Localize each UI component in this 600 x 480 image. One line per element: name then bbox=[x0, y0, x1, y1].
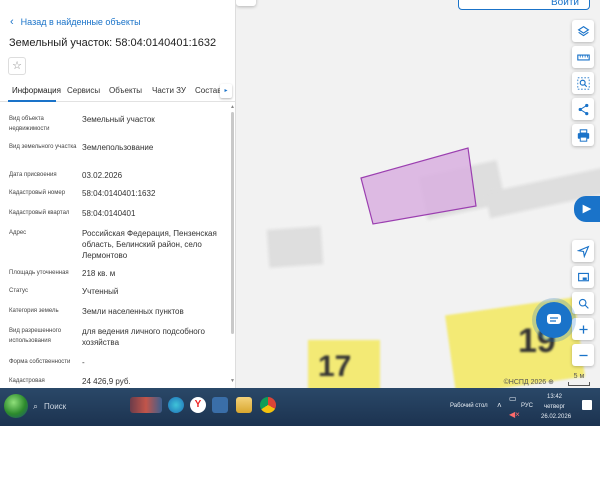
attribute-label: Кадастровый квартал bbox=[9, 210, 70, 216]
tab-objects[interactable]: Объекты bbox=[109, 86, 142, 95]
attribute-label: Вид разрешенного использования bbox=[9, 328, 62, 344]
network-icon[interactable]: ▭ bbox=[509, 394, 517, 403]
print-button[interactable] bbox=[572, 124, 594, 146]
tab-composition[interactable]: Состав bbox=[195, 86, 222, 95]
desktop-label[interactable]: Рабочий стол bbox=[450, 403, 488, 409]
search-placeholder: Поиск bbox=[44, 402, 67, 411]
volume-icon[interactable]: ◀× bbox=[509, 410, 520, 419]
screen-icon bbox=[577, 272, 589, 281]
taskbar: ⌕ Поиск Y Рабочий стол ˄ ▭ ◀× РУС 13:42 … bbox=[0, 388, 600, 426]
attribute-label: Кадастровый номер bbox=[9, 190, 66, 196]
chat-icon bbox=[547, 314, 561, 324]
attribute-value: 24 426,9 руб. bbox=[82, 377, 131, 386]
attribute-value: 218 кв. м bbox=[82, 269, 116, 278]
favorite-button[interactable]: ☆ bbox=[8, 57, 26, 75]
chat-button[interactable] bbox=[536, 302, 572, 338]
zoom-out-icon bbox=[578, 354, 588, 356]
scale-ruler: 5 м bbox=[568, 373, 590, 386]
language-indicator[interactable]: РУС bbox=[521, 403, 533, 409]
search-area-button[interactable] bbox=[572, 72, 594, 94]
chevron-right-icon: ▸ bbox=[224, 88, 228, 94]
map-copyright: ©НСПД 2026 ⊕ bbox=[503, 379, 554, 386]
attribute-value: Российская Федерация, Пензенская область… bbox=[82, 229, 217, 260]
share-button[interactable] bbox=[572, 98, 594, 120]
info-panel: ‹ Назад в найденные объекты Земельный уч… bbox=[0, 0, 236, 388]
zoom-in-icon bbox=[578, 324, 588, 334]
back-label: Назад в найденные объекты bbox=[20, 17, 141, 27]
attribute-label: Дата присвоения bbox=[9, 172, 57, 178]
star-icon: ☆ bbox=[12, 60, 22, 72]
back-link[interactable]: ‹ Назад в найденные объекты bbox=[10, 16, 141, 28]
expand-icon bbox=[582, 204, 592, 214]
attribute-label: Кадастровая bbox=[9, 378, 45, 384]
scale-label: 5 м bbox=[573, 373, 585, 380]
app-window-icon[interactable] bbox=[212, 397, 228, 413]
yandex-browser-icon[interactable]: Y bbox=[190, 397, 206, 413]
attribute-value: Земли населенных пунктов bbox=[82, 307, 184, 316]
chevron-left-icon: ‹ bbox=[10, 16, 14, 28]
attribute-label: Форма собственности bbox=[9, 359, 71, 365]
edge-browser-icon[interactable] bbox=[168, 397, 184, 413]
zoom-in-button[interactable] bbox=[572, 318, 594, 340]
tab-info[interactable]: Информация bbox=[12, 86, 61, 95]
panel-scrollbar[interactable]: ▲ ▼ bbox=[230, 104, 235, 388]
attribute-label: Адрес bbox=[9, 230, 27, 236]
attribute-label: Статус bbox=[9, 288, 28, 294]
ruler-button[interactable] bbox=[572, 46, 594, 68]
tab-services[interactable]: Сервисы bbox=[67, 86, 100, 95]
tabs-scroll-button[interactable]: ▸ bbox=[220, 84, 232, 98]
attribute-value: 58:04:0140401:1632 bbox=[82, 189, 156, 198]
scroll-up-arrow[interactable]: ▲ bbox=[230, 104, 235, 110]
locate-button[interactable] bbox=[572, 240, 594, 262]
page-title: Земельный участок: 58:04:0140401:1632 bbox=[9, 37, 217, 49]
attribute-value: 58:04:0140401 bbox=[82, 209, 136, 218]
side-panel-toggle[interactable] bbox=[574, 196, 600, 222]
attribute-value: Землепользование bbox=[82, 143, 154, 152]
attribute-label: Вид земельного участка bbox=[9, 144, 77, 150]
start-button[interactable] bbox=[4, 394, 28, 418]
zoom-area-icon bbox=[578, 298, 589, 309]
ruler-icon bbox=[576, 53, 590, 61]
weather-widget-icon[interactable] bbox=[130, 397, 162, 413]
tray-chevron-icon[interactable]: ˄ bbox=[497, 401, 502, 410]
attribute-value: Учтенный bbox=[82, 287, 119, 296]
tab-bar: Информация Сервисы Объекты Части ЗУ Сост… bbox=[0, 82, 235, 102]
screen-button[interactable] bbox=[572, 266, 594, 288]
attribute-label: Вид объекта недвижимости bbox=[9, 116, 50, 132]
active-tab-indicator bbox=[8, 100, 56, 102]
clock-day[interactable]: четверг bbox=[544, 404, 565, 410]
attribute-value: - bbox=[82, 358, 85, 367]
attribute-value: 03.02.2026 bbox=[82, 171, 123, 180]
zoom-out-button[interactable] bbox=[572, 344, 594, 366]
print-icon bbox=[577, 128, 589, 142]
taskbar-search[interactable]: ⌕ Поиск bbox=[30, 397, 122, 417]
chrome-icon[interactable] bbox=[260, 397, 276, 413]
zoom-area-button[interactable] bbox=[572, 292, 594, 314]
clock-date[interactable]: 26.02.2026 bbox=[541, 414, 571, 420]
layers-icon bbox=[577, 25, 589, 36]
scroll-thumb[interactable] bbox=[231, 112, 234, 334]
scale-bar: ©НСПД 2026 ⊕ 5 м bbox=[503, 373, 590, 386]
share-icon bbox=[578, 103, 588, 115]
notifications-icon[interactable] bbox=[582, 400, 592, 410]
attribute-label: Категория земель bbox=[9, 308, 59, 314]
clock-time[interactable]: 13:42 bbox=[547, 394, 562, 400]
attribute-label: Площадь уточненная bbox=[9, 270, 69, 276]
search-icon: ⌕ bbox=[33, 401, 39, 411]
map-canvas[interactable]: Войти 17 19 ©НСПД 2026 ⊕ 5 м bbox=[236, 0, 600, 388]
attribute-value: Земельный участок bbox=[82, 115, 155, 124]
layers-button[interactable] bbox=[572, 20, 594, 42]
locate-icon bbox=[576, 245, 589, 258]
search-area-icon bbox=[576, 76, 590, 90]
yandex-letter-icon: Y bbox=[194, 399, 202, 410]
file-explorer-icon[interactable] bbox=[236, 397, 252, 413]
attribute-value: для ведения личного подсобного хозяйства bbox=[82, 327, 205, 347]
tab-parts[interactable]: Части ЗУ bbox=[152, 86, 186, 95]
scroll-down-arrow[interactable]: ▼ bbox=[230, 378, 235, 384]
